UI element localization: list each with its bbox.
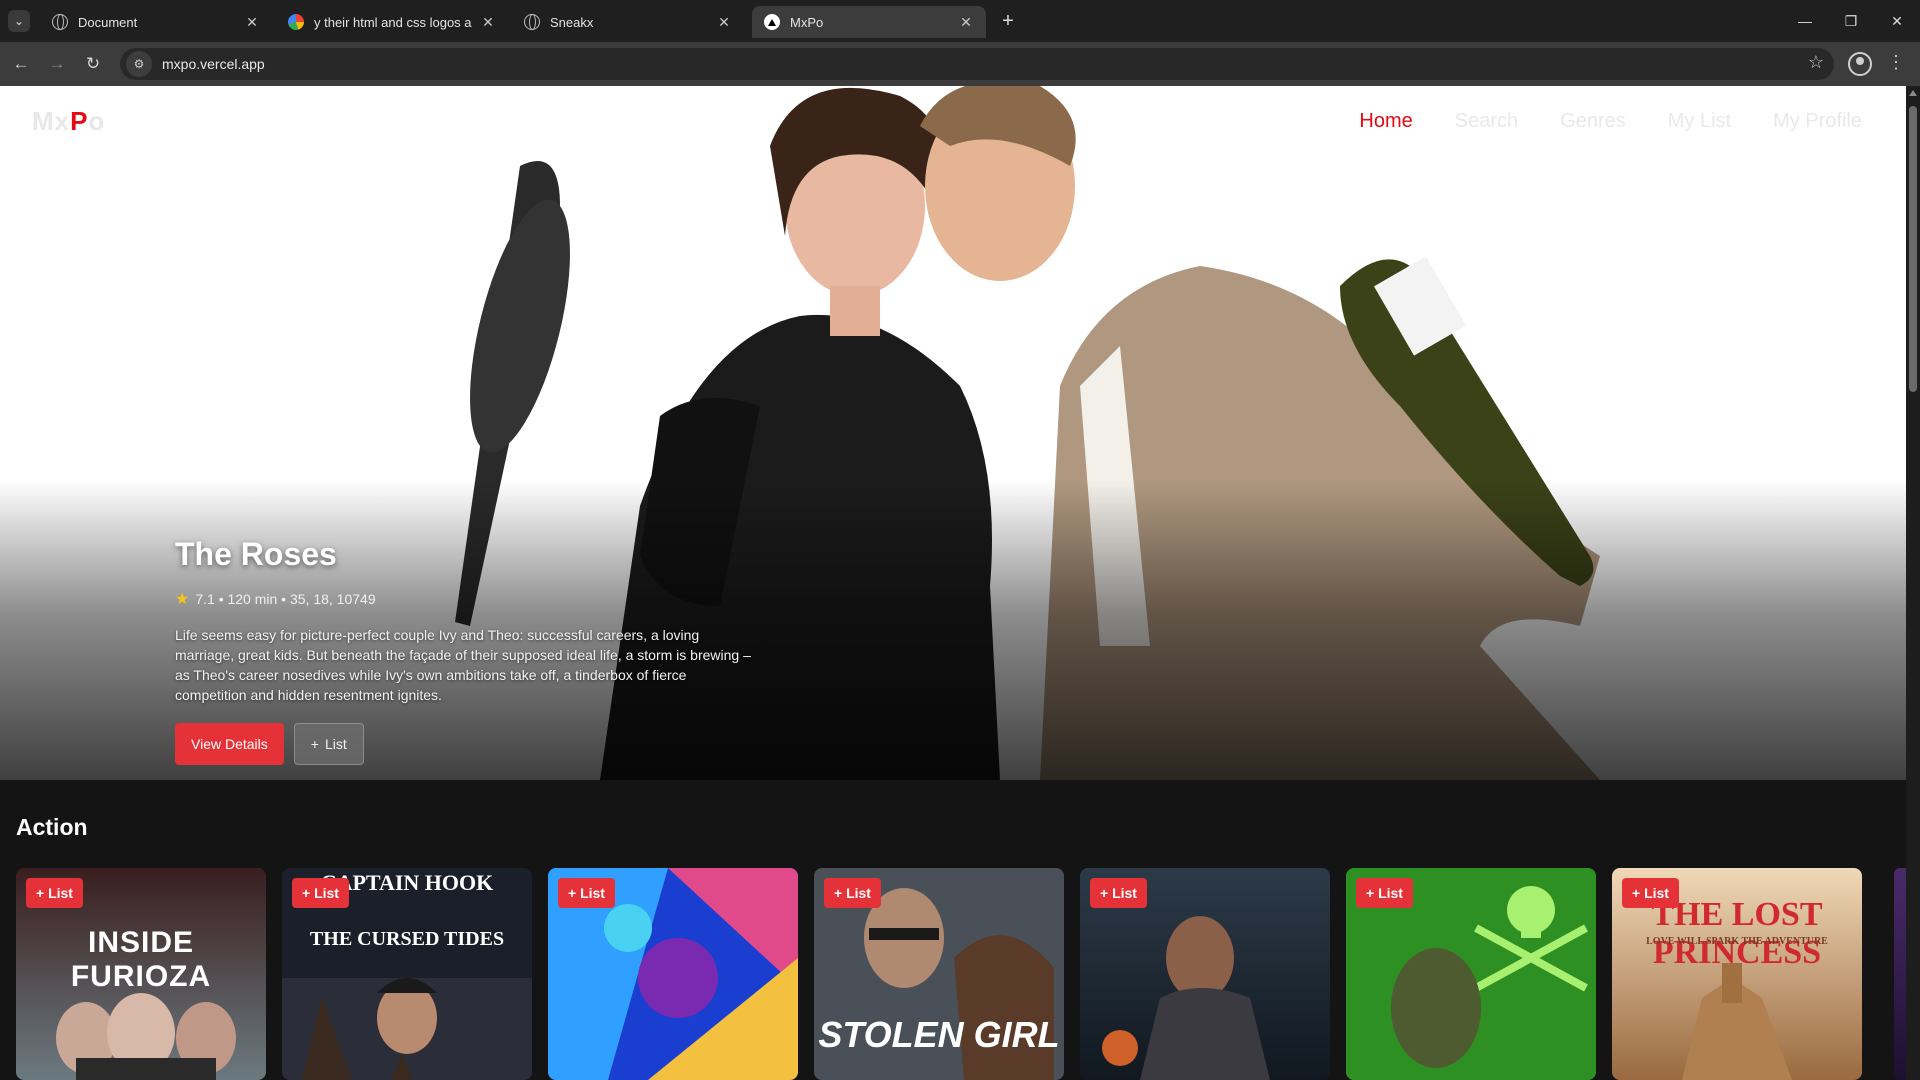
row-title-action: Action [16,814,88,840]
scroll-up-arrow-icon[interactable] [1909,90,1917,96]
browser-tab-sneakx[interactable]: Sneakx ✕ [512,6,744,38]
logo-text-part: Mx [32,106,71,136]
poster-title: STOLEN GIRL [818,1014,1060,1055]
tab-title: y their html and css logos are li [314,14,472,30]
close-icon[interactable]: ✕ [480,14,496,31]
star-icon: ★ [175,591,190,608]
page-viewport: MxPo Home Search Genres My List My Profi… [0,86,1906,1080]
movie-card[interactable]: + List [1080,868,1330,1080]
hero-meta: ★ 7.1 • 120 min • 35, 18, 10749 [175,589,775,609]
add-to-list-button[interactable]: + List [824,878,881,908]
movie-card[interactable]: INSIDE FURIOZA + List [16,868,266,1080]
movie-card[interactable]: + List [548,868,798,1080]
logo-text-part: o [88,106,106,136]
movie-card[interactable]: STOLEN GIRL + List [814,868,1064,1080]
hero-description: Life seems easy for picture-perfect coup… [175,627,751,703]
window-close-icon[interactable]: ✕ [1882,8,1912,34]
nav-genres[interactable]: Genres [1560,110,1626,133]
browser-tab-mxpo[interactable]: MxPo ✕ [752,6,986,38]
hero-content: The Roses ★ 7.1 • 120 min • 35, 18, 1074… [175,536,775,765]
page-scrollbar[interactable] [1906,86,1920,1080]
profile-icon[interactable] [1848,52,1872,76]
reload-icon[interactable]: ↻ [80,51,106,77]
globe-icon [52,14,68,30]
close-icon[interactable]: ✕ [716,14,732,31]
movie-card[interactable]: THE LOST PRINCESS LOVE WILL SPARK THE AD… [1612,868,1862,1080]
poster-subtitle: THE CURSED TIDES [309,928,505,950]
new-tab-button[interactable]: + [996,9,1020,33]
add-to-list-label: List [324,736,347,752]
action-row-carousel: INSIDE FURIOZA + List CAPTAIN HOOK THE C… [16,868,1906,1080]
globe-icon [524,14,540,30]
nav-search[interactable]: Search [1455,110,1518,133]
nav-home[interactable]: Home [1359,110,1412,133]
tab-search-button[interactable]: ⌄ [8,10,30,32]
tab-title: Document [78,14,138,30]
add-to-list-button[interactable]: + List [292,878,349,908]
site-info-icon[interactable]: ⚙ [126,51,152,77]
browser-tab-document[interactable]: Document ✕ [40,6,272,38]
view-details-button[interactable]: View Details [175,723,284,765]
movie-card[interactable]: + List [1346,868,1596,1080]
scrollbar-thumb[interactable] [1909,106,1917,392]
nav-my-list[interactable]: My List [1668,110,1731,133]
close-icon[interactable]: ✕ [958,14,974,31]
forward-icon[interactable]: → [44,51,70,77]
close-icon[interactable]: ✕ [244,14,260,31]
movie-card[interactable]: CAPTAIN HOOK THE CURSED TIDES + List [282,868,532,1080]
bookmark-star-icon[interactable]: ☆ [1808,52,1824,73]
nav-my-profile[interactable]: My Profile [1773,110,1862,133]
tab-title: MxPo [790,14,824,30]
mxpo-icon [764,14,780,30]
add-to-list-button[interactable]: + List [1090,878,1147,908]
tab-title: Sneakx [550,14,594,30]
address-bar[interactable]: ⚙ mxpo.vercel.app ☆ [120,48,1834,80]
url-text[interactable]: mxpo.vercel.app [162,56,265,72]
minimize-icon[interactable]: — [1790,8,1820,34]
add-to-list-button[interactable]: + List [26,878,83,908]
poster-subtitle: LOVE WILL SPARK THE ADVENTURE [1646,936,1828,947]
add-to-list-button[interactable]: + List [293,723,364,765]
add-to-list-button[interactable]: + List [1622,878,1679,908]
back-icon[interactable]: ← [8,51,34,77]
poster-title: INSIDE FURIOZA [70,926,212,993]
browser-tab-google[interactable]: y their html and css logos are li ✕ [276,6,508,38]
hero-title: The Roses [175,536,337,572]
add-to-list-button[interactable]: + List [1356,878,1413,908]
site-logo[interactable]: MxPo [32,106,105,137]
hero-banner: MxPo Home Search Genres My List My Profi… [0,86,1906,780]
restore-icon[interactable]: ❐ [1836,8,1866,34]
logo-text-accent: P [70,106,89,136]
google-icon [288,14,304,30]
add-to-list-button[interactable]: + List [558,878,615,908]
hero-meta-text: 7.1 • 120 min • 35, 18, 10749 [195,591,376,607]
hero-actions: View Details + List [175,723,775,765]
plus-icon: + [310,736,319,752]
menu-kebab-icon[interactable]: ⋮ [1886,52,1906,73]
browser-toolbar: ← → ↻ ⚙ mxpo.vercel.app ☆ ⋮ [0,42,1920,86]
browser-tab-strip: ⌄ Document ✕ y their html and css logos … [0,0,1920,42]
movie-card-partial[interactable] [1894,868,1906,1080]
site-navigation: Home Search Genres My List My Profile [1359,110,1862,133]
